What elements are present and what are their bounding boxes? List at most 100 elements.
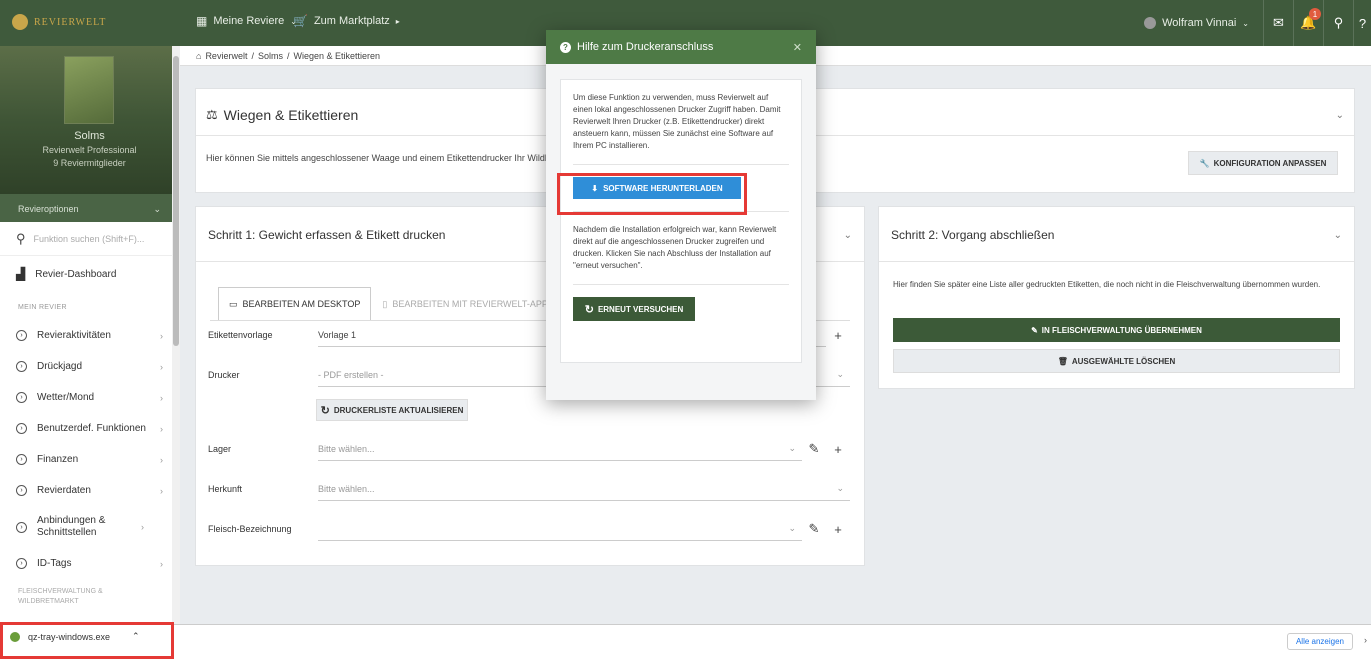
scrollbar-thumb[interactable] [173,56,179,346]
revier-name: Solms [74,130,105,142]
breadcrumb-item[interactable]: Revierwelt [205,51,247,61]
collapse-chevron-icon[interactable]: ⌄ [1334,230,1342,241]
tab-label: BEARBEITEN AM DESKTOP [242,299,361,309]
home-icon[interactable]: ⌂ [196,51,201,61]
chevron-right-icon: › [160,423,163,434]
revier-options-toggle[interactable]: Revieroptionen ⌄ [0,194,179,222]
avatar [1144,17,1157,29]
add-lager-button[interactable]: + [826,442,850,457]
chevron-circle-icon: › [16,361,27,372]
sidebar-section-mein-revier: MEIN REVIER [18,304,67,311]
edit-lager-button[interactable]: ✎ [802,441,826,457]
tab-app[interactable]: ▯ BEARBEITEN MIT REVIERWELT-APP [371,287,559,321]
modal-header: ? Hilfe zum Druckeranschluss ✕ [546,30,816,64]
sidebar-item-benutzerdef-funktionen[interactable]: › Benutzerdef. Funktionen › [0,413,179,444]
help-icon: ? [1358,15,1367,31]
sidebar-item-finanzen[interactable]: › Finanzen › [0,444,179,475]
collapse-chevron-icon[interactable]: ⌄ [1336,110,1344,121]
phone-icon: ▯ [382,298,388,309]
chat-button[interactable]: ✉ [1263,0,1293,46]
revier-image[interactable] [64,56,114,124]
chevron-right-icon: › [141,522,144,532]
sidebar-item-dashboard[interactable]: ▟ Revier-Dashboard [0,256,179,292]
notification-badge: 1 [1309,8,1321,20]
function-search[interactable]: ⚲ Funktion suchen (Shift+F)... [0,222,179,256]
refresh-printers-button[interactable]: ↻ DRUCKERLISTE AKTUALISIEREN [316,399,468,421]
field-herkunft: Herkunft Bitte wählen... ⌄ [208,477,850,501]
chevron-right-icon: ▸ [395,16,400,26]
field-label: Etikettenvorlage [208,330,273,340]
revierwelt-logo-icon [12,14,28,30]
edit-icon: ✎ [1031,325,1038,335]
sidebar-item-anbindungen[interactable]: › Anbindungen & Schnittstellen › [0,506,179,548]
refresh-icon: ↻ [320,404,330,417]
add-fleisch-button[interactable]: + [826,522,850,537]
chat-icon: ✉ [1273,15,1284,30]
sidebar: Solms Revierwelt Professional 9 Reviermi… [0,46,180,624]
delete-selected-button[interactable]: 🗑 AUSGEWÄHLTE LÖSCHEN [893,349,1340,373]
edit-fleisch-button[interactable]: ✎ [802,521,826,537]
config-button-label: KONFIGURATION ANPASSEN [1213,158,1327,168]
field-label: Lager [208,444,232,454]
search-icon: ⚲ [1333,15,1344,30]
nav-marktplatz-label: Zum Marktplatz [313,15,390,27]
chevron-down-icon: ⌄ [836,483,844,493]
help-button[interactable]: ? [1353,0,1371,46]
sidebar-item-revierdaten[interactable]: › Revierdaten › [0,475,179,506]
field-label: Fleisch-Bezeichnung [208,524,292,534]
brand-logo[interactable]: REVIERWELT [12,14,106,30]
highlight-box [557,173,747,215]
revier-options-label: Revieroptionen [18,204,79,214]
close-icon[interactable]: › [1364,635,1367,645]
tab-desktop[interactable]: ▭ BEARBEITEN AM DESKTOP [218,287,372,321]
revier-plan: Revierwelt Professional [42,145,137,155]
sidebar-item-label: Benutzerdef. Funktionen [37,423,146,434]
sidebar-item-label: Revier-Dashboard [35,268,117,280]
field-lager: Lager Bitte wählen... ⌄ ✎ + [208,437,850,461]
delete-selected-label: AUSGEWÄHLTE LÖSCHEN [1071,356,1176,366]
notifications-button[interactable]: 🔔 1 [1293,0,1323,46]
show-all-button[interactable]: Alle anzeigen [1286,633,1353,650]
select-value: Bitte wählen... [318,483,375,494]
nav-marktplatz[interactable]: 🛒 Zum Marktplatz ▸ [293,14,400,28]
chevron-right-icon: › [160,392,163,403]
plus-icon: + [834,521,842,537]
add-vorlage-button[interactable]: + [826,328,850,343]
close-icon[interactable]: ✕ [793,41,802,54]
sidebar-item-label: ID-Tags [37,558,72,569]
sidebar-scrollbar[interactable] [172,46,180,624]
chevron-circle-icon: › [16,330,27,341]
sidebar-item-revieraktivitaeten[interactable]: › Revieraktivitäten › [0,320,179,351]
uebernehmen-button[interactable]: ✎ IN FLEISCHVERWALTUNG ÜBERNEHMEN [893,318,1340,342]
trash-icon: 🗑 [1057,356,1068,366]
revier-header: Solms Revierwelt Professional 9 Reviermi… [0,46,179,194]
breadcrumb-item[interactable]: Solms [258,51,283,61]
collapse-chevron-icon[interactable]: ⌄ [844,230,852,241]
chevron-right-icon: › [160,485,163,496]
sidebar-item-drueckjagd[interactable]: › Drückjagd › [0,351,179,382]
tab-label: BEARBEITEN MIT REVIERWELT-APP [392,299,548,309]
user-menu[interactable]: Wolfram Vinnai ⌄ [1130,17,1263,29]
fleisch-bezeichnung-select[interactable]: ⌄ [318,517,802,541]
plus-icon: + [834,441,842,457]
function-search-placeholder: Funktion suchen (Shift+F)... [33,233,145,244]
sidebar-item-wetter-mond[interactable]: › Wetter/Mond › [0,382,179,413]
lager-select[interactable]: Bitte wählen... ⌄ [318,437,802,461]
retry-button[interactable]: ↻ ERNEUT VERSUCHEN [573,297,695,321]
breadcrumb-item: Wiegen & Etikettieren [293,51,381,61]
config-button[interactable]: 🔧 KONFIGURATION ANPASSEN [1188,151,1338,175]
map-icon: ▦ [196,14,208,28]
chevron-down-icon: ⌄ [1242,18,1249,28]
step2-description: Hier finden Sie später eine Liste aller … [893,280,1321,289]
step1-title: Schritt 1: Gewicht erfassen & Etikett dr… [208,228,446,242]
select-value: Vorlage 1 [318,329,357,340]
chevron-down-icon: ⌄ [788,523,796,533]
search-button[interactable]: ⚲ [1323,0,1353,46]
select-value: - PDF erstellen - [318,369,384,380]
herkunft-select[interactable]: Bitte wählen... ⌄ [318,477,850,501]
nav-meine-reviere[interactable]: ▦ Meine Reviere ⌄ [196,14,297,28]
sidebar-item-label: Drückjagd [37,361,83,372]
pencil-icon: ✎ [808,521,820,536]
wrench-icon: 🔧 [1199,158,1210,168]
sidebar-item-id-tags[interactable]: › ID-Tags › [0,548,179,579]
